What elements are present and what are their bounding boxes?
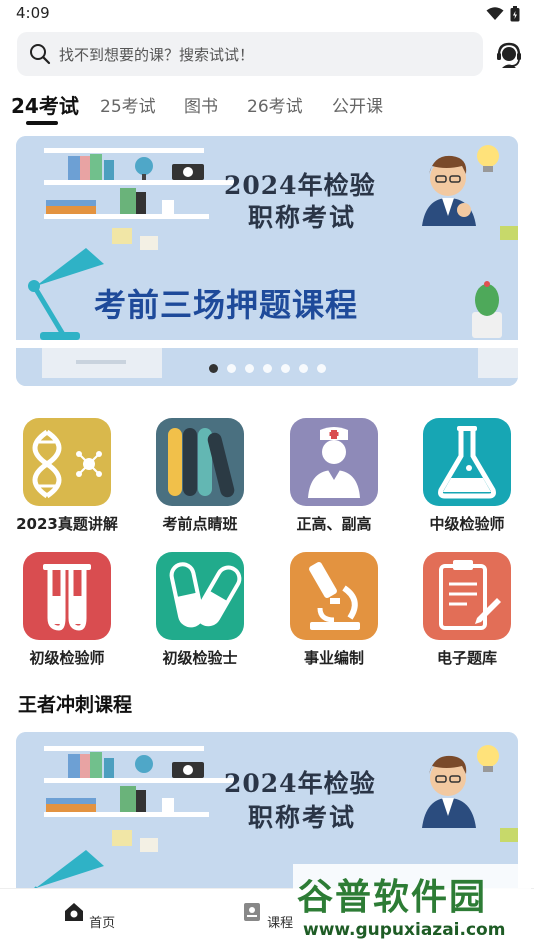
grid-item-final-review[interactable]: 考前点睛班 xyxy=(140,418,260,534)
watermark-url: www.gupuxiazai.com xyxy=(303,920,506,940)
category-tabs: 24考试 25考试 图书 26考试 公开课 xyxy=(0,86,534,130)
capsules-icon xyxy=(156,552,244,640)
wifi-icon xyxy=(486,7,504,20)
test-tubes-icon xyxy=(23,552,111,640)
banner-pagination[interactable] xyxy=(16,364,518,373)
grid-item-label: 电子题库 xyxy=(436,649,497,667)
site-watermark: 谷普软件园 www.gupuxiazai.com xyxy=(293,864,531,946)
course-icon xyxy=(243,903,260,921)
grid-item-public-institution[interactable]: 事业编制 xyxy=(274,552,394,668)
grid-item-label: 初级检验师 xyxy=(29,649,105,667)
grid-item-label: 事业编制 xyxy=(303,649,364,667)
grid-item-senior-title[interactable]: 正高、副高 xyxy=(274,418,394,534)
watermark-text: 谷普软件园 xyxy=(297,877,488,918)
tab-26-exam[interactable]: 26考试 xyxy=(247,92,303,117)
search-icon xyxy=(30,44,51,65)
grid-item-2023-exam[interactable]: 2023真题讲解 xyxy=(7,418,127,534)
customer-service-icon[interactable] xyxy=(494,40,524,70)
status-bar: 4:09 xyxy=(0,0,534,28)
clipboard-icon xyxy=(423,552,511,640)
search-placeholder: 找不到想要的课？搜索试试！ xyxy=(59,45,255,64)
promo-banner[interactable]: 2024年检验 职称考试 考前三场押题课程 xyxy=(16,136,518,386)
pagination-dot[interactable] xyxy=(298,364,308,373)
category-grid: 2023真题讲解 考前点睛班 正高、副高 中级检验师 初级检验师 初级检验士 事… xyxy=(0,408,534,676)
grid-item-label: 中级检验师 xyxy=(429,515,505,533)
pagination-dot[interactable] xyxy=(244,364,254,373)
nav-home-label: 首页 xyxy=(89,916,116,931)
status-time: 4:09 xyxy=(16,4,50,22)
flask-icon xyxy=(423,418,511,506)
grid-item-intermediate-technologist[interactable]: 中级检验师 xyxy=(407,418,527,534)
grid-item-question-bank[interactable]: 电子题库 xyxy=(407,552,527,668)
books-icon xyxy=(156,418,244,506)
search-bar[interactable]: 找不到想要的课？搜索试试！ xyxy=(17,32,483,76)
pagination-dot[interactable] xyxy=(262,364,272,373)
tab-open-course[interactable]: 公开课 xyxy=(332,92,383,117)
doctor-icon xyxy=(290,418,378,506)
nav-course-label: 课程 xyxy=(267,916,294,931)
pagination-dot[interactable] xyxy=(280,364,290,373)
grid-item-label: 正高、副高 xyxy=(296,515,372,533)
banner-headline-2: 职称考试 xyxy=(248,203,357,232)
pagination-dot[interactable] xyxy=(316,364,326,373)
section-title: 王者冲刺课程 xyxy=(18,694,133,716)
tab-books[interactable]: 图书 xyxy=(184,92,218,117)
nav-home[interactable]: 首页 xyxy=(49,901,129,931)
grid-item-junior-technician[interactable]: 初级检验士 xyxy=(140,552,260,668)
course-banner-headline-2: 职称考试 xyxy=(248,803,357,832)
pagination-dot[interactable] xyxy=(226,364,236,373)
grid-item-label: 2023真题讲解 xyxy=(16,515,118,533)
grid-item-label: 考前点睛班 xyxy=(162,515,238,533)
tab-24-exam[interactable]: 24考试 xyxy=(11,90,79,119)
banner-section: 2024年检验 职称考试 考前三场押题课程 xyxy=(0,130,534,408)
status-icons xyxy=(486,6,520,22)
grid-item-junior-technologist[interactable]: 初级检验师 xyxy=(7,552,127,668)
top-bar: 找不到想要的课？搜索试试！ xyxy=(0,28,534,86)
pagination-dot-active[interactable] xyxy=(208,364,218,373)
course-banner-headline-1: 2024年检验 xyxy=(224,769,376,798)
grid-item-label: 初级检验士 xyxy=(162,649,238,667)
banner-main-title: 考前三场押题课程 xyxy=(94,286,359,324)
dna-icon xyxy=(23,418,111,506)
tab-25-exam[interactable]: 25考试 xyxy=(100,92,156,117)
tab-indicator xyxy=(26,121,58,125)
microscope-icon xyxy=(290,552,378,640)
battery-icon xyxy=(510,6,520,22)
banner-headline-1: 2024年检验 xyxy=(224,171,376,200)
home-icon xyxy=(64,903,83,921)
